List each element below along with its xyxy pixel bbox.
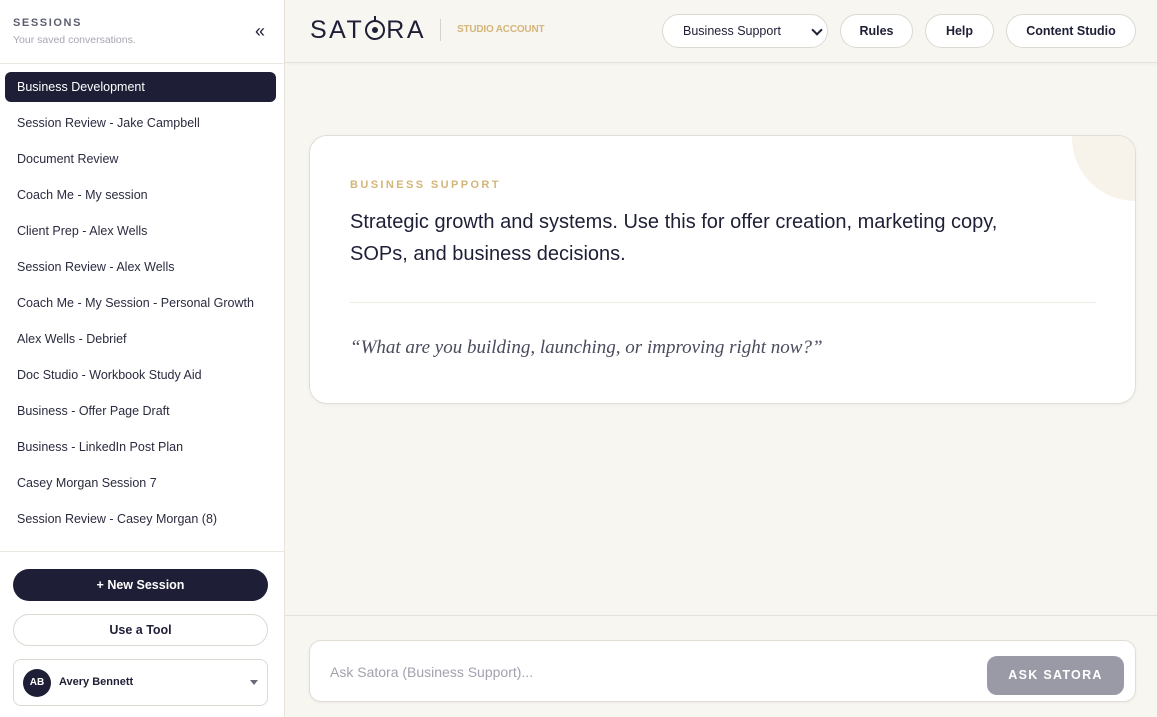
brand-o-icon [365, 16, 386, 40]
session-list: Business Development Session Review - Ja… [0, 64, 284, 551]
sidebar-header: SESSIONS Your saved conversations. « [0, 0, 284, 64]
session-item-active[interactable]: Business Development [5, 72, 276, 102]
sidebar-footer: + New Session Use a Tool AB Avery Bennet… [0, 551, 284, 717]
session-item[interactable]: Alex Wells - Debrief [5, 324, 276, 354]
sidebar-title: SESSIONS [13, 17, 83, 29]
chevron-down-icon [811, 24, 823, 36]
session-item[interactable]: Document Review [5, 144, 276, 174]
session-item[interactable]: Session Review - Casey Morgan (8) [5, 504, 276, 534]
session-list-fade [0, 534, 284, 551]
avatar: AB [23, 669, 51, 697]
composer: ASK SATORA [309, 640, 1136, 702]
ask-satora-button[interactable]: ASK SATORA [987, 656, 1124, 695]
message-input[interactable] [330, 659, 970, 685]
session-item[interactable]: Casey Morgan Session 7 [5, 468, 276, 498]
mode-prompt-question: “What are you building, launching, or im… [350, 337, 823, 358]
use-a-tool-button[interactable]: Use a Tool [13, 614, 268, 646]
account-type-badge: STUDIO ACCOUNT [457, 24, 545, 35]
mode-label: BUSINESS SUPPORT [350, 179, 501, 191]
caret-down-icon [250, 680, 258, 685]
user-name: Avery Bennett [59, 676, 134, 688]
rules-button[interactable]: Rules [840, 14, 913, 48]
brand-logo-text-end: RA [386, 16, 426, 44]
session-item[interactable]: Coach Me - My Session - Personal Growth [5, 288, 276, 318]
session-item[interactable]: Client Prep - Alex Wells [5, 216, 276, 246]
content-studio-button[interactable]: Content Studio [1006, 14, 1136, 48]
card-divider [350, 302, 1096, 303]
help-button[interactable]: Help [925, 14, 994, 48]
session-item[interactable]: Coach Me - My session [5, 180, 276, 210]
session-item[interactable]: Session Review - Alex Wells [5, 252, 276, 282]
collapse-sidebar-icon[interactable]: « [250, 20, 270, 44]
session-item[interactable]: Doc Studio - Workbook Study Aid [5, 360, 276, 390]
brand-logo: SAT RA [310, 16, 426, 46]
mode-select-value: Business Support [683, 24, 781, 38]
sessions-sidebar: SESSIONS Your saved conversations. « Bus… [0, 0, 285, 717]
card-corner-decoration [1072, 136, 1135, 201]
session-item[interactable]: Business - LinkedIn Post Plan [5, 432, 276, 462]
mode-select[interactable]: Business Support [662, 14, 828, 48]
new-session-button[interactable]: + New Session [13, 569, 268, 601]
user-menu[interactable]: AB Avery Bennett [13, 659, 268, 706]
mode-description: Strategic growth and systems. Use this f… [350, 211, 998, 265]
top-bar: SAT RA STUDIO ACCOUNT Business Support Ru… [285, 0, 1157, 63]
sidebar-subtitle: Your saved conversations. [13, 34, 136, 46]
session-item[interactable]: Session Review - Jake Campbell [5, 108, 276, 138]
session-item[interactable]: Business - Offer Page Draft [5, 396, 276, 426]
brand-divider [440, 19, 441, 41]
brand-logo-text-start: SAT [310, 16, 365, 44]
mode-intro-card: BUSINESS SUPPORT Strategic growth and sy… [309, 135, 1136, 404]
